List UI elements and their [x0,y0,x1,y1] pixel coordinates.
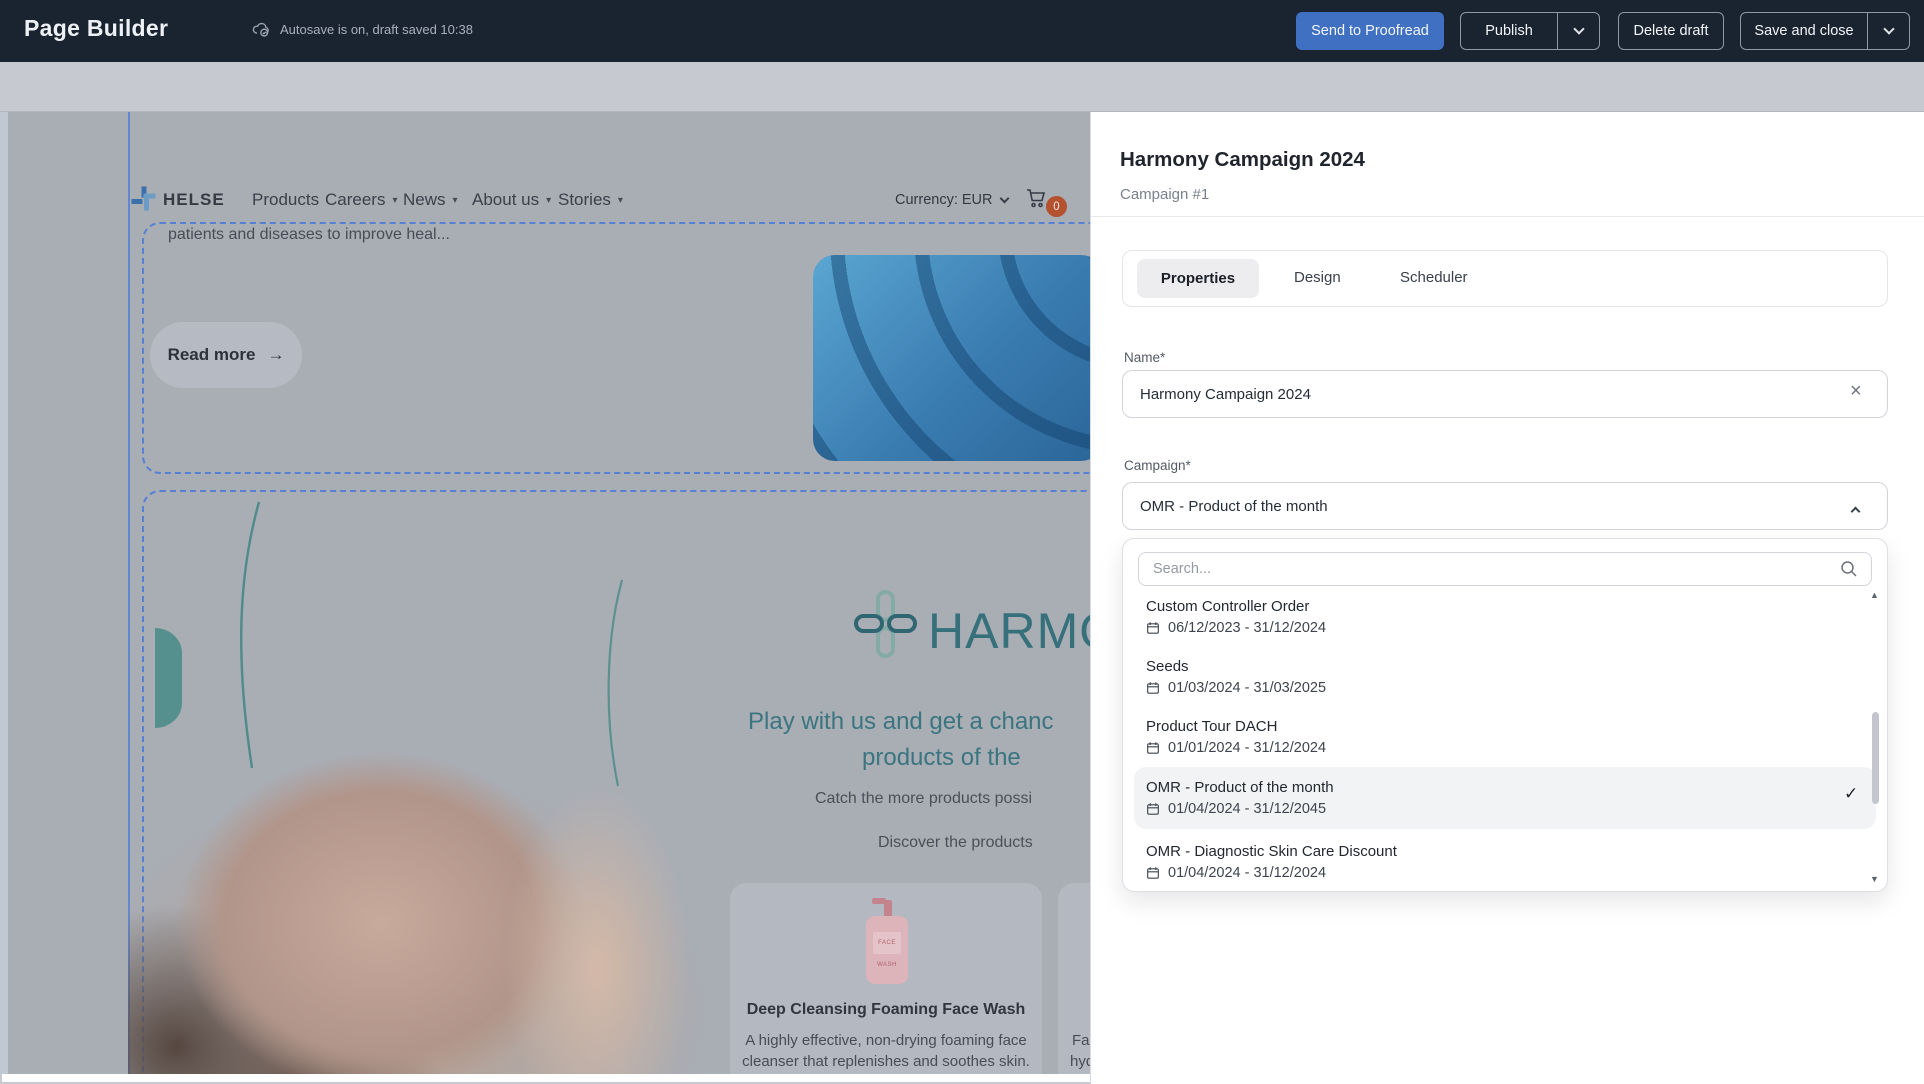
caret-down-icon: ▾ [392,195,397,206]
currency-selector[interactable]: Currency: EUR [895,192,1008,208]
harmony-brand-text: HARMONY [928,600,1090,662]
calendar-icon [1146,741,1160,755]
product-title: Deep Cleansing Foaming Face Wash [730,1001,1042,1019]
publish-dropdown-toggle[interactable] [1557,13,1599,49]
partial-card-text-2: hyd [1070,1053,1090,1070]
helse-logo-icon[interactable] [130,185,157,212]
calendar-icon [1146,621,1160,635]
option-dates[interactable]: 01/04/2024 - 31/12/2045 [1146,801,1326,817]
calendar-icon [1146,681,1160,695]
campaign-select-value: OMR - Product of the month [1123,498,1328,515]
publish-button[interactable]: Publish [1460,12,1600,50]
name-input[interactable] [1123,372,1823,416]
caret-down-icon: ▾ [453,195,458,206]
search-input[interactable] [1139,553,1871,585]
caret-down-icon: ▾ [618,195,623,206]
hero-image[interactable] [813,255,1090,461]
cart-icon[interactable] [1024,186,1048,210]
name-field[interactable] [1122,370,1888,418]
selected-option-highlight [1134,767,1876,829]
name-field-label: Name* [1124,350,1165,365]
chevron-down-icon [1883,23,1894,34]
calendar-icon [1146,802,1160,816]
bottle-label: FACE WASH [873,932,901,954]
option-dates[interactable]: 06/12/2023 - 31/12/2024 [1146,620,1326,636]
product-desc-line1: A highly effective, non-drying foaming f… [730,1032,1042,1049]
cart-count-badge: 0 [1046,196,1067,217]
option-dates[interactable]: 01/03/2024 - 31/03/2025 [1146,680,1326,696]
caret-down-icon: ▾ [546,195,551,206]
scroll-up-icon[interactable]: ▲ [1870,590,1879,600]
panel-subtitle: Campaign #1 [1120,186,1209,203]
search-icon [1840,560,1858,578]
send-to-proofread-button[interactable]: Send to Proofread [1296,12,1444,50]
campaign-field-label: Campaign* [1124,458,1191,473]
nav-item-careers[interactable]: Careers▾ [325,190,398,210]
chevron-down-icon [1573,23,1584,34]
product-desc-line2: cleanser that replenishes and soothes sk… [730,1053,1042,1070]
nav-item-products[interactable]: Products [252,190,319,210]
scrollbar-thumb[interactable] [1872,712,1879,804]
harmony-logo-icon [853,590,917,658]
panel-divider [1091,216,1924,217]
hero-teaser-text: patients and diseases to improve heal... [168,226,450,244]
harmony-subline-1: Catch the more products possi [815,790,1032,808]
canvas-left-strip [0,112,8,1074]
builder-toolbar: Helse Corp. https://master-7rqtwti-segx4… [0,62,1924,112]
autosave-status: Autosave is on, draft saved 10:38 [252,20,473,39]
check-icon: ✓ [1844,784,1858,804]
tab-design[interactable]: Design [1294,269,1341,286]
partial-card-text-1: Fac [1072,1032,1090,1049]
save-dropdown-toggle[interactable] [1867,13,1909,49]
option-dates[interactable]: 01/04/2024 - 31/12/2024 [1146,865,1326,881]
autosave-text: Autosave is on, draft saved 10:38 [280,22,473,37]
tab-scheduler[interactable]: Scheduler [1400,269,1468,286]
campaign-select[interactable]: OMR - Product of the month [1122,482,1888,530]
app-header: Page Builder Autosave is on, draft saved… [0,0,1924,62]
chevron-down-icon [999,193,1009,203]
arrow-right-icon: → [267,345,284,365]
option-dates[interactable]: 01/01/2024 - 31/12/2024 [1146,740,1326,756]
harmony-subline-2: Discover the products [878,834,1033,852]
save-and-close-button[interactable]: Save and close [1740,12,1910,50]
panel-title: Harmony Campaign 2024 [1120,148,1365,172]
read-more-button[interactable]: Read more → [150,322,302,388]
clear-name-icon[interactable]: × [1850,380,1862,403]
model-photo [128,690,730,1074]
search-field[interactable] [1138,552,1872,586]
harmony-headline-1: Play with us and get a chanc [748,708,1054,736]
page-builder-window: Page Builder Autosave is on, draft saved… [0,0,1924,1084]
option-title-selected[interactable]: OMR - Product of the month [1146,779,1334,796]
app-title: Page Builder [24,15,168,42]
option-title[interactable]: Product Tour DACH [1146,718,1277,735]
nav-item-stories[interactable]: Stories▾ [558,190,623,210]
option-title[interactable]: Seeds [1146,658,1189,675]
option-title[interactable]: Custom Controller Order [1146,598,1309,615]
helse-logo-text[interactable]: HELSE [163,190,225,210]
cloud-check-icon [252,20,271,39]
calendar-icon [1146,866,1160,880]
scroll-down-icon[interactable]: ▼ [1870,874,1879,884]
nav-item-news[interactable]: News▾ [403,190,458,210]
harmony-headline-2: products of the [862,744,1021,772]
site-preview-canvas[interactable]: HELSE Products Careers▾ News▾ About us▾ … [0,112,1090,1074]
delete-draft-button[interactable]: Delete draft [1618,12,1724,50]
campaign-dropdown [1122,538,1888,892]
nav-item-about-us[interactable]: About us▾ [472,190,551,210]
tab-properties[interactable]: Properties [1137,259,1259,298]
option-title[interactable]: OMR - Diagnostic Skin Care Discount [1146,843,1397,860]
